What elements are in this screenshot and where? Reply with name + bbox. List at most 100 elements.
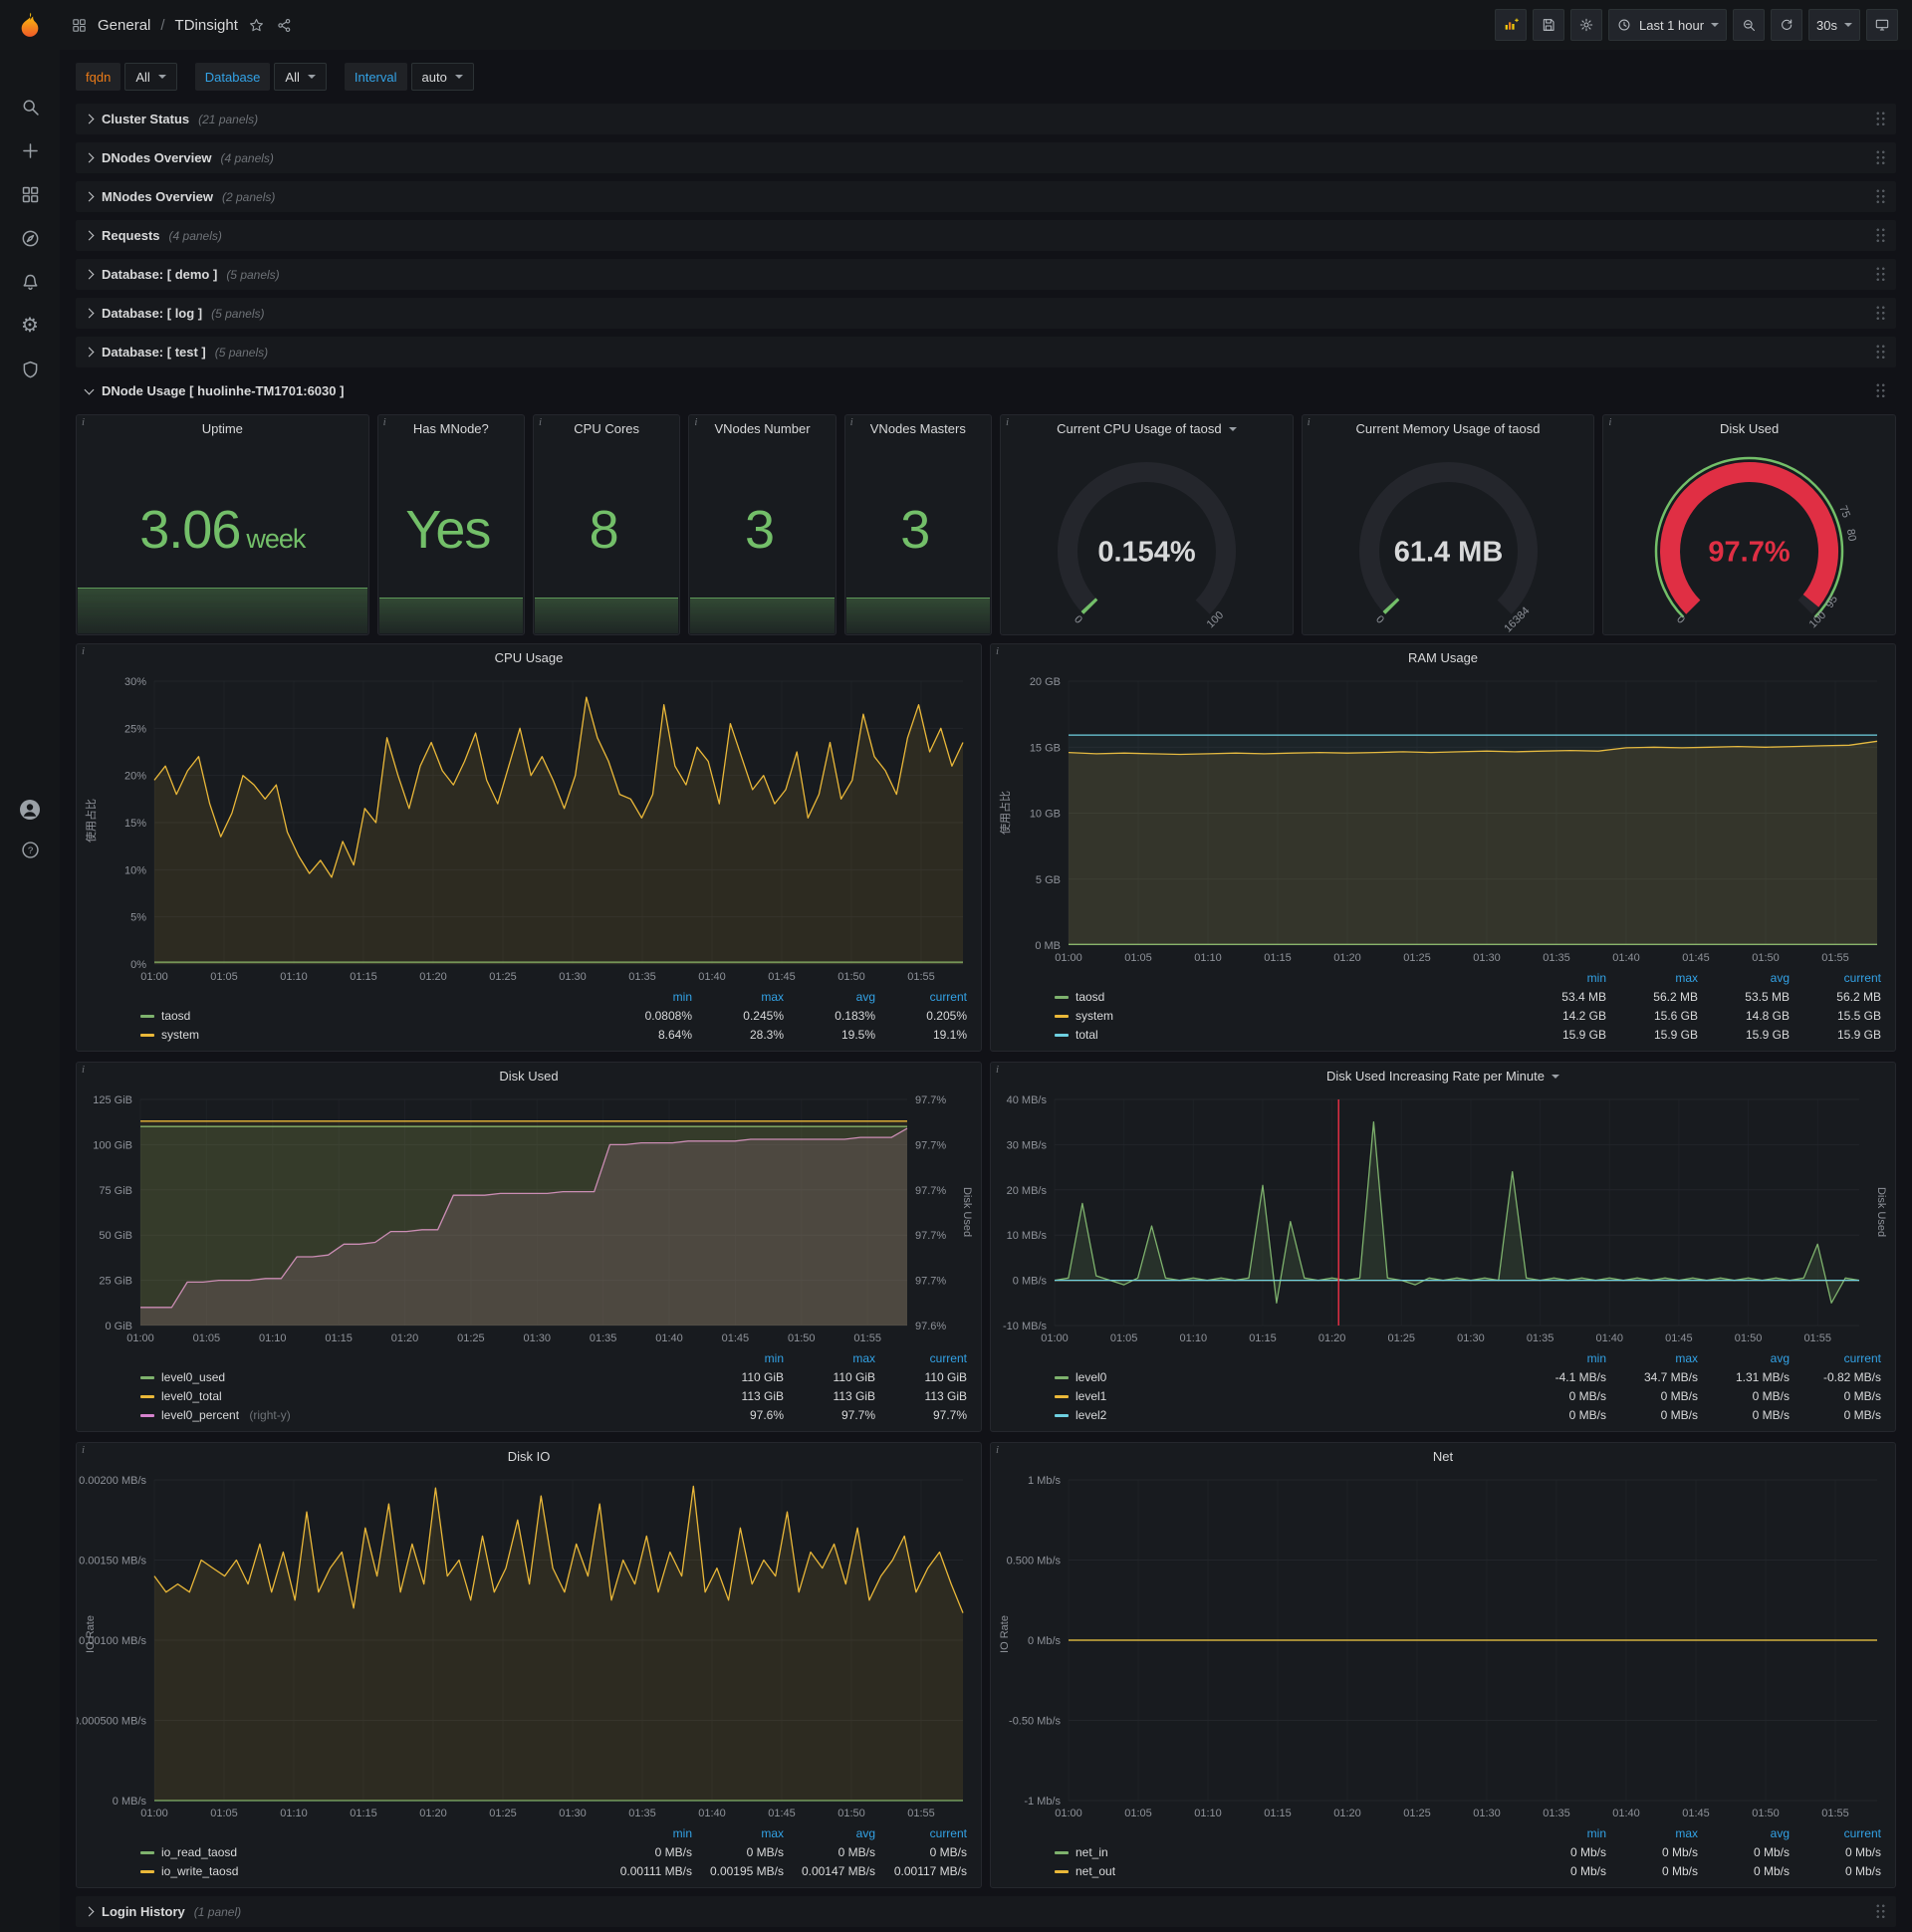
panel-title[interactable]: CPU Cores [534, 415, 679, 442]
legend-header[interactable]: avg [1698, 1349, 1790, 1367]
disk-io-chart[interactable]: 01:00 01:05 01:10 01:15 01:20 01:25 01:30 01:35… [73, 1470, 981, 1822]
legend-header[interactable]: current [1790, 1824, 1881, 1842]
variable-value-dropdown[interactable]: auto [410, 63, 474, 91]
ram-usage-chart[interactable]: 01:00 01:05 01:10 01:15 01:20 01:25 01:30 01:35… [991, 671, 1895, 967]
drag-handle[interactable] [1875, 1903, 1886, 1920]
drag-handle[interactable] [1875, 266, 1886, 283]
info-icon[interactable]: i [383, 416, 386, 428]
drag-handle[interactable] [1875, 188, 1886, 205]
help-button[interactable]: ? [19, 839, 41, 860]
legend-header[interactable]: max [1606, 1349, 1698, 1367]
info-icon[interactable]: i [82, 645, 85, 657]
legend-header[interactable]: max [692, 1824, 784, 1842]
panel-title[interactable]: Uptime [77, 415, 368, 442]
drag-handle[interactable] [1875, 382, 1886, 399]
legend-series[interactable]: taosd [1055, 988, 1515, 1006]
sidebar-configuration-button[interactable]: ⚙ [19, 315, 41, 337]
legend-header[interactable]: min [1515, 1824, 1606, 1842]
panel-title[interactable]: Disk Used [1603, 415, 1895, 442]
legend-header[interactable]: avg [784, 988, 875, 1006]
legend-header[interactable]: min [1515, 969, 1606, 987]
panel-title[interactable]: VNodes Masters [845, 415, 991, 442]
add-panel-button[interactable] [1494, 9, 1527, 41]
legend-series[interactable]: level2 [1055, 1406, 1515, 1424]
panel-title[interactable]: CPU Usage [77, 644, 981, 671]
legend-series[interactable]: net_in [1055, 1843, 1515, 1861]
legend-series[interactable]: io_write_taosd [140, 1862, 600, 1880]
legend-header[interactable]: max [1606, 969, 1698, 987]
legend-header[interactable]: current [1790, 969, 1881, 987]
legend-series[interactable]: total [1055, 1026, 1515, 1044]
legend-series[interactable]: level0_total [140, 1387, 692, 1405]
panel-title[interactable]: VNodes Number [689, 415, 835, 442]
panel-title[interactable]: Current CPU Usage of taosd [1001, 415, 1293, 442]
drag-handle[interactable] [1875, 227, 1886, 244]
legend-series[interactable]: level0_used [140, 1368, 692, 1386]
variable-value-dropdown[interactable]: All [274, 63, 327, 91]
sidebar-search-button[interactable] [19, 96, 41, 118]
drag-handle[interactable] [1875, 149, 1886, 166]
legend-series[interactable]: net_out [1055, 1862, 1515, 1880]
apps-icon[interactable] [70, 16, 88, 34]
legend-header[interactable]: current [875, 1824, 967, 1842]
dashboard-title[interactable]: TDinsight [175, 17, 238, 34]
row-mnodes-overview[interactable]: MNodes Overview (2 panels) [76, 181, 1896, 212]
legend-header[interactable]: max [692, 988, 784, 1006]
drag-handle[interactable] [1875, 111, 1886, 127]
dashboard-settings-button[interactable] [1569, 9, 1602, 41]
row-requests[interactable]: Requests (4 panels) [76, 220, 1896, 251]
share-icon[interactable] [276, 16, 294, 34]
sidebar-dashboards-button[interactable] [19, 183, 41, 205]
info-icon[interactable]: i [82, 1064, 85, 1076]
row-dnode-usage[interactable]: DNode Usage [ huolinhe-TM1701:6030 ] [76, 375, 1896, 406]
info-icon[interactable]: i [539, 416, 542, 428]
refresh-button[interactable] [1771, 9, 1803, 41]
legend-header[interactable]: min [692, 1349, 784, 1367]
info-icon[interactable]: i [694, 416, 697, 428]
time-range-picker[interactable]: Last 1 hour [1607, 9, 1728, 41]
legend-header[interactable]: max [784, 1349, 875, 1367]
panel-title[interactable]: Current Memory Usage of taosd [1303, 415, 1594, 442]
panel-title[interactable]: Has MNode? [378, 415, 524, 442]
panel-title[interactable]: Net [991, 1443, 1895, 1470]
drag-handle[interactable] [1875, 305, 1886, 322]
user-avatar[interactable] [17, 797, 43, 823]
panel-title[interactable]: RAM Usage [991, 644, 1895, 671]
disk-rate-chart[interactable]: 01:00 01:05 01:10 01:15 01:20 01:25 01:30 01:35… [991, 1089, 1895, 1347]
legend-header[interactable]: current [1790, 1349, 1881, 1367]
info-icon[interactable]: i [996, 645, 999, 657]
legend-header[interactable]: min [600, 988, 692, 1006]
zoom-out-button[interactable] [1733, 9, 1766, 41]
legend-series[interactable]: io_read_taosd [140, 1843, 600, 1861]
star-icon[interactable] [248, 16, 266, 34]
legend-header[interactable]: avg [784, 1824, 875, 1842]
legend-series[interactable]: system [140, 1026, 600, 1044]
panel-title[interactable]: Disk IO [77, 1443, 981, 1470]
info-icon[interactable]: i [1308, 416, 1311, 428]
sidebar-alerting-button[interactable] [19, 271, 41, 293]
info-icon[interactable]: i [850, 416, 853, 428]
sidebar-explore-button[interactable] [19, 227, 41, 249]
legend-series[interactable]: system [1055, 1007, 1515, 1025]
info-icon[interactable]: i [82, 1444, 85, 1456]
variable-value-dropdown[interactable]: All [124, 63, 177, 91]
info-icon[interactable]: i [1608, 416, 1611, 428]
sidebar-create-button[interactable] [19, 139, 41, 161]
row-database-demo[interactable]: Database: [ demo ] (5 panels) [76, 259, 1896, 290]
panel-title[interactable]: Disk Used Increasing Rate per Minute [991, 1063, 1895, 1089]
legend-header[interactable]: min [600, 1824, 692, 1842]
legend-series[interactable]: level0 [1055, 1368, 1515, 1386]
cpu-usage-chart[interactable]: 01:00 01:05 01:10 01:15 01:20 01:25 01:30 01:35… [77, 671, 981, 986]
breadcrumb-folder[interactable]: General [98, 17, 150, 34]
row-database-log[interactable]: Database: [ log ] (5 panels) [76, 298, 1896, 329]
disk-used-chart[interactable]: 01:00 01:05 01:10 01:15 01:20 01:25 01:30 01:35… [77, 1089, 981, 1347]
legend-header[interactable]: avg [1698, 969, 1790, 987]
net-chart[interactable]: 01:00 01:05 01:10 01:15 01:20 01:25 01:30 01:35… [991, 1470, 1895, 1822]
legend-header[interactable]: max [1606, 1824, 1698, 1842]
save-dashboard-button[interactable] [1532, 9, 1564, 41]
row-login-history[interactable]: Login History (1 panel) [76, 1896, 1896, 1927]
legend-header[interactable]: current [875, 988, 967, 1006]
refresh-interval-select[interactable]: 30s [1808, 9, 1860, 41]
row-cluster-status[interactable]: Cluster Status (21 panels) [76, 104, 1896, 134]
info-icon[interactable]: i [996, 1064, 999, 1076]
